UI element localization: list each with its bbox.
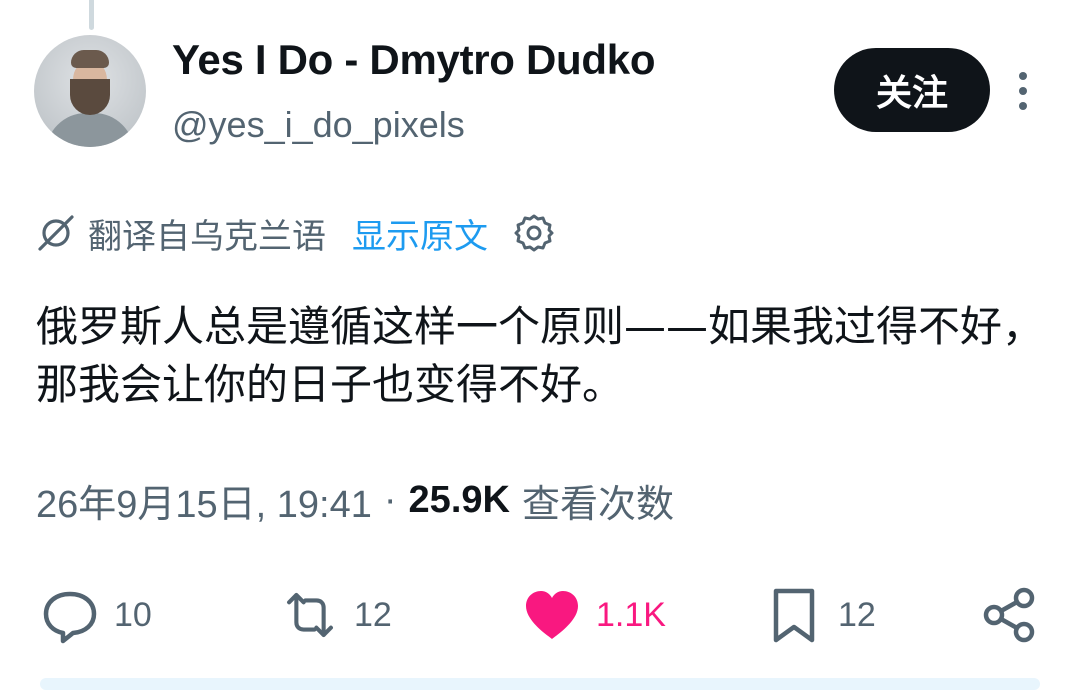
translation-label: 翻译自乌克兰语 <box>88 216 326 257</box>
tweet-text: 俄罗斯人总是遵循这样一个原则——如果我过得不好，那我会让你的日子也变得不好。 <box>36 302 1045 409</box>
reply-icon <box>43 591 97 644</box>
show-original-link[interactable]: 显示原文 <box>352 209 488 258</box>
views-count: 25.9K <box>408 478 510 521</box>
bookmark-count: 12 <box>838 595 876 634</box>
avatar[interactable] <box>34 35 146 147</box>
author-handle[interactable]: @yes_i_do_pixels <box>172 104 465 146</box>
tweet-timestamp[interactable]: 26年9月15日, 19:41 <box>36 473 372 528</box>
meta-separator: · <box>383 478 397 521</box>
repost-icon <box>287 592 333 638</box>
repost-count: 12 <box>354 595 392 634</box>
translation-bar: 翻译自乌克兰语 显示原文 <box>34 205 556 261</box>
translate-icon <box>38 215 74 251</box>
like-icon <box>526 591 578 639</box>
action-bar: 10 12 1.1K 12 <box>0 580 1080 650</box>
reply-compose-hint <box>40 678 1040 690</box>
share-button[interactable] <box>980 580 1040 650</box>
like-button[interactable]: 1.1K <box>522 580 666 650</box>
tweet-meta: 26年9月15日, 19:41 · 25.9K 查看次数 <box>36 472 674 528</box>
thread-line <box>89 0 94 30</box>
author-display-name[interactable]: Yes I Do - Dmytro Dudko <box>172 36 655 84</box>
bookmark-button[interactable]: 12 <box>764 580 876 650</box>
share-icon <box>983 587 1035 643</box>
repost-button[interactable]: 12 <box>280 580 392 650</box>
views-label: 查看次数 <box>521 483 674 526</box>
more-icon[interactable] <box>1010 70 1036 112</box>
like-count: 1.1K <box>596 595 666 634</box>
reply-button[interactable]: 10 <box>40 580 152 650</box>
bookmark-icon <box>773 588 815 643</box>
reply-count: 10 <box>114 595 152 634</box>
settings-icon[interactable] <box>512 211 556 255</box>
follow-button[interactable]: 关注 <box>834 48 990 132</box>
